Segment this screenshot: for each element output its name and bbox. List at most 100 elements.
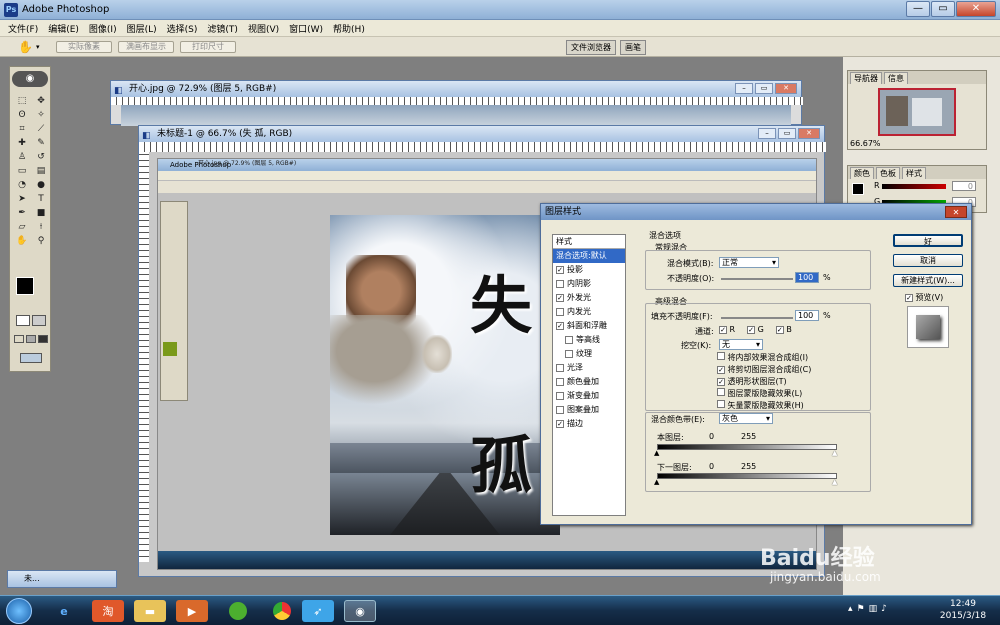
- type-tool-icon[interactable]: T: [33, 193, 49, 205]
- style-item-inner-glow[interactable]: 内发光: [553, 305, 625, 319]
- minimize-button[interactable]: —: [906, 1, 930, 17]
- crop-tool-icon[interactable]: ⌗: [14, 123, 30, 135]
- tab-navigator[interactable]: 导航器: [850, 72, 882, 84]
- this-layer-gradient[interactable]: [657, 444, 837, 450]
- tool-preset-arrow-icon[interactable]: ▾: [36, 43, 40, 51]
- style-item-gradient-overlay[interactable]: 渐变叠加: [553, 389, 625, 403]
- hand-tool-icon[interactable]: ✋: [14, 235, 30, 247]
- print-size-button[interactable]: 打印尺寸: [180, 41, 236, 53]
- taobao-icon[interactable]: 淘: [92, 600, 124, 622]
- eyedropper-icon[interactable]: ⟊: [33, 221, 49, 233]
- blur-tool-icon[interactable]: ◔: [14, 179, 30, 191]
- this-layer-black-slider-icon[interactable]: ▲: [654, 449, 659, 457]
- tab-info[interactable]: 信息: [884, 72, 908, 84]
- transparency-shapes-option[interactable]: ✓ 透明形状图层(T): [717, 376, 811, 387]
- jump-to-imageready-icon[interactable]: [20, 353, 42, 363]
- chrome-icon[interactable]: [266, 600, 298, 622]
- maximize-button[interactable]: ▭: [931, 1, 955, 17]
- clock-time[interactable]: 12:49: [928, 599, 998, 609]
- close-button[interactable]: ✕: [956, 1, 996, 17]
- browser-360-icon[interactable]: [222, 600, 254, 622]
- opacity-input[interactable]: 100: [795, 272, 819, 283]
- adobe-eye-icon[interactable]: ◉: [12, 71, 48, 87]
- document-titlebar[interactable]: ◧ 未标题-1 @ 66.7% (失 孤, RGB) – ▭ ✕: [139, 126, 824, 142]
- vector-mask-hides-option[interactable]: 矢量蒙版隐藏效果(H): [717, 400, 811, 411]
- marquee-tool-icon[interactable]: ⬚: [14, 95, 30, 107]
- layer-mask-hides-option[interactable]: 图层蒙版隐藏效果(L): [717, 388, 811, 399]
- new-style-button[interactable]: 新建样式(W)...: [893, 274, 963, 287]
- style-item-drop-shadow[interactable]: ✓ 投影: [553, 263, 625, 277]
- clone-stamp-icon[interactable]: ♙: [14, 151, 30, 163]
- ie-icon[interactable]: e: [48, 600, 80, 622]
- style-checkbox[interactable]: [556, 308, 564, 316]
- blend-interior-option[interactable]: 将内部效果混合成组(I): [717, 352, 811, 363]
- ok-button[interactable]: 好: [893, 234, 963, 247]
- menu-file[interactable]: 文件(F): [8, 22, 38, 35]
- style-item-color-overlay[interactable]: 颜色叠加: [553, 375, 625, 389]
- notes-tool-icon[interactable]: ▱: [14, 221, 30, 233]
- zoom-readout[interactable]: 66.67%: [850, 139, 881, 148]
- hand-tool-icon[interactable]: ✋: [18, 40, 33, 54]
- pen-tool-icon[interactable]: ✒: [14, 207, 30, 219]
- style-checkbox[interactable]: [565, 350, 573, 358]
- style-item-bevel-emboss[interactable]: ✓ 斜面和浮雕: [553, 319, 625, 333]
- style-checkbox[interactable]: [556, 364, 564, 372]
- style-item-contour[interactable]: 等高线: [553, 333, 625, 347]
- under-layer-gradient[interactable]: [657, 473, 837, 479]
- under-layer-black-slider-icon[interactable]: ▲: [654, 478, 659, 486]
- screen-mode-standard-icon[interactable]: [14, 335, 24, 343]
- dodge-tool-icon[interactable]: ●: [33, 179, 49, 191]
- this-layer-white-slider-icon[interactable]: ▲: [832, 449, 837, 457]
- gradient-tool-icon[interactable]: ▤: [33, 165, 49, 177]
- fit-screen-button[interactable]: 满画布显示: [118, 41, 174, 53]
- style-checkbox[interactable]: ✓: [556, 420, 564, 428]
- tray-flag-icon[interactable]: ⚑: [857, 604, 865, 618]
- channel-g-checkbox[interactable]: ✓ G: [747, 325, 764, 334]
- foreground-color-swatch[interactable]: [16, 277, 34, 295]
- tab-swatches[interactable]: 色板: [876, 167, 900, 179]
- menu-select[interactable]: 选择(S): [167, 22, 198, 35]
- screen-mode-full-icon[interactable]: [38, 335, 48, 343]
- document-titlebar[interactable]: ◧ 开心.jpg @ 72.9% (图层 5, RGB#) – ▭ ✕: [111, 81, 801, 97]
- doc-close-button[interactable]: ✕: [775, 83, 797, 94]
- style-checkbox[interactable]: ✓: [556, 266, 564, 274]
- blend-if-select[interactable]: 灰色 ▾: [719, 413, 773, 424]
- style-item-stroke[interactable]: ✓ 描边: [553, 417, 625, 431]
- tray-arrow-icon[interactable]: ▴: [848, 604, 853, 618]
- style-item-outer-glow[interactable]: ✓ 外发光: [553, 291, 625, 305]
- minimized-document[interactable]: 未...: [7, 570, 117, 588]
- style-checkbox[interactable]: [556, 280, 564, 288]
- path-select-icon[interactable]: ➤: [14, 193, 30, 205]
- tray-volume-icon[interactable]: ♪: [881, 604, 887, 618]
- menu-view[interactable]: 视图(V): [248, 22, 279, 35]
- menu-filter[interactable]: 滤镜(T): [207, 22, 238, 35]
- style-item-inner-shadow[interactable]: 内阴影: [553, 277, 625, 291]
- magic-wand-icon[interactable]: ✧: [33, 109, 49, 121]
- navigator-thumbnail[interactable]: [878, 88, 956, 136]
- zoom-tool-icon[interactable]: ⚲: [33, 235, 49, 247]
- tab-styles[interactable]: 样式: [902, 167, 926, 179]
- quickmask-mode-icon[interactable]: [32, 315, 46, 326]
- r-value[interactable]: 0: [952, 181, 976, 191]
- healing-brush-icon[interactable]: ✚: [14, 137, 30, 149]
- doc-minimize-button[interactable]: –: [758, 128, 776, 139]
- r-slider[interactable]: [882, 184, 946, 189]
- tray-network-icon[interactable]: ▥: [869, 604, 878, 618]
- menu-window[interactable]: 窗口(W): [289, 22, 323, 35]
- styles-header[interactable]: 样式: [553, 235, 625, 249]
- style-item-texture[interactable]: 纹理: [553, 347, 625, 361]
- style-checkbox[interactable]: [556, 392, 564, 400]
- screen-mode-full-menu-icon[interactable]: [26, 335, 36, 343]
- eraser-tool-icon[interactable]: ▭: [14, 165, 30, 177]
- shape-tool-icon[interactable]: ■: [33, 207, 49, 219]
- file-browser-tab[interactable]: 文件浏览器: [566, 40, 616, 55]
- brushes-tab[interactable]: 画笔: [620, 40, 646, 55]
- style-checkbox[interactable]: ✓: [556, 322, 564, 330]
- history-brush-icon[interactable]: ↺: [33, 151, 49, 163]
- style-checkbox[interactable]: [565, 336, 573, 344]
- knockout-select[interactable]: 无 ▾: [719, 339, 763, 350]
- tab-color[interactable]: 颜色: [850, 167, 874, 179]
- doc-maximize-button[interactable]: ▭: [755, 83, 773, 94]
- style-item-blending-options[interactable]: 混合选项:默认: [553, 249, 625, 263]
- blend-clipped-option[interactable]: ✓ 将剪切图层混合成组(C): [717, 364, 811, 375]
